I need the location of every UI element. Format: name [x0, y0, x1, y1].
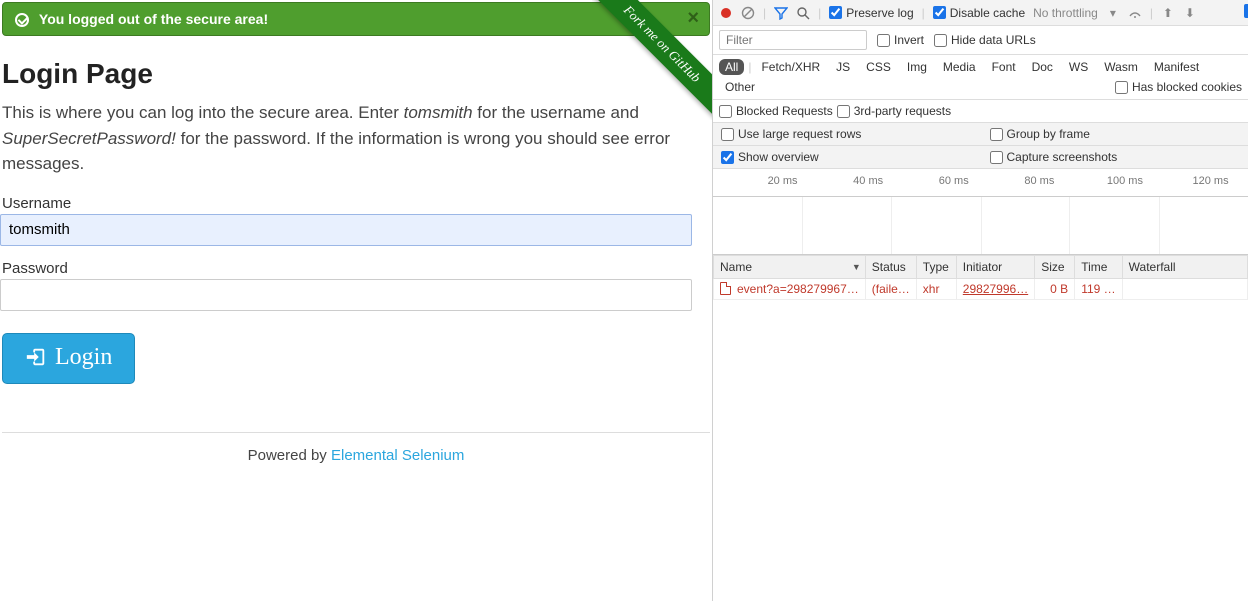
col-time[interactable]: Time — [1075, 256, 1122, 279]
type-media[interactable]: Media — [937, 59, 982, 75]
show-overview-checkbox[interactable]: Show overview — [721, 150, 972, 164]
search-icon[interactable] — [796, 6, 810, 20]
type-js[interactable]: JS — [830, 59, 856, 75]
login-button-label: Login — [55, 344, 112, 371]
type-manifest[interactable]: Manifest — [1148, 59, 1205, 75]
col-size[interactable]: Size — [1035, 256, 1075, 279]
password-input[interactable] — [0, 279, 692, 311]
network-conditions-icon[interactable] — [1128, 6, 1142, 20]
upload-icon[interactable]: ⬆ — [1161, 6, 1175, 20]
col-status[interactable]: Status — [865, 256, 916, 279]
type-font[interactable]: Font — [986, 59, 1022, 75]
github-ribbon[interactable]: Fork me on GitHub — [592, 0, 712, 120]
col-type[interactable]: Type — [916, 256, 956, 279]
type-css[interactable]: CSS — [860, 59, 897, 75]
filter-row: Invert Hide data URLs — [713, 26, 1248, 55]
capture-screenshots-checkbox[interactable]: Capture screenshots — [990, 150, 1241, 164]
group-by-frame-checkbox[interactable]: Group by frame — [990, 127, 1241, 141]
filter-input[interactable] — [719, 30, 867, 50]
divider — [2, 432, 710, 433]
devtools-toolbar: | | Preserve log | Disable cache No thro… — [713, 0, 1248, 26]
footer-link[interactable]: Elemental Selenium — [331, 447, 464, 464]
view-options-row1: Use large request rows Group by frame — [713, 123, 1248, 146]
download-icon[interactable]: ⬇ — [1183, 6, 1197, 20]
disable-cache-checkbox[interactable]: Disable cache — [933, 6, 1025, 20]
col-waterfall[interactable]: Waterfall — [1122, 256, 1247, 279]
type-fetchxhr[interactable]: Fetch/XHR — [755, 59, 826, 75]
type-ws[interactable]: WS — [1063, 59, 1094, 75]
timeline-overview[interactable] — [713, 197, 1248, 255]
filter-icon[interactable] — [774, 6, 788, 20]
view-options-row2: Show overview Capture screenshots — [713, 146, 1248, 169]
col-initiator[interactable]: Initiator — [956, 256, 1034, 279]
has-blocked-cookies-checkbox[interactable]: Has blocked cookies — [1115, 80, 1242, 94]
clear-icon[interactable] — [741, 6, 755, 20]
type-wasm[interactable]: Wasm — [1098, 59, 1144, 75]
blocked-row: Blocked Requests 3rd-party requests — [713, 100, 1248, 123]
third-party-checkbox[interactable]: 3rd-party requests — [837, 104, 951, 118]
type-all[interactable]: All — [719, 59, 744, 75]
type-other[interactable]: Other — [719, 79, 761, 95]
use-large-rows-checkbox[interactable]: Use large request rows — [721, 127, 972, 141]
blocked-requests-checkbox[interactable]: Blocked Requests — [719, 104, 833, 118]
col-name[interactable]: Name▼ — [714, 256, 866, 279]
login-button[interactable]: Login — [2, 333, 135, 384]
initiator-link[interactable]: 29827996… — [963, 282, 1028, 296]
username-input[interactable] — [0, 214, 692, 246]
check-circle-icon — [15, 13, 29, 27]
sign-in-icon — [25, 346, 47, 368]
invert-checkbox[interactable]: Invert — [877, 33, 924, 47]
record-icon[interactable] — [719, 6, 733, 20]
devtools-panel: | | Preserve log | Disable cache No thro… — [712, 0, 1248, 601]
waterfall-cell — [1122, 279, 1247, 300]
login-form: Username Password Login — [0, 195, 712, 384]
username-label: Username — [2, 195, 712, 212]
hide-data-urls-checkbox[interactable]: Hide data URLs — [934, 33, 1036, 47]
file-icon — [720, 282, 731, 295]
chevron-down-icon[interactable]: ▾ — [1106, 6, 1120, 20]
type-img[interactable]: Img — [901, 59, 933, 75]
flash-message: You logged out of the secure area! — [39, 11, 268, 27]
timeline-ruler[interactable]: 20 ms 40 ms 60 ms 80 ms 100 ms 120 ms — [713, 169, 1248, 197]
type-doc[interactable]: Doc — [1026, 59, 1059, 75]
preserve-log-checkbox[interactable]: Preserve log — [829, 6, 913, 20]
sort-desc-icon: ▼ — [852, 262, 861, 272]
type-filter-row: All | Fetch/XHR JS CSS Img Media Font Do… — [713, 55, 1248, 100]
table-row[interactable]: event?a=298279967… (faile… xhr 29827996…… — [714, 279, 1248, 300]
github-ribbon-text: Fork me on GitHub — [592, 0, 712, 120]
throttling-select[interactable]: No throttling — [1033, 6, 1098, 20]
password-label: Password — [2, 260, 712, 277]
network-table: Name▼ Status Type Initiator Size Time Wa… — [713, 255, 1248, 300]
footer: Powered by Elemental Selenium — [0, 447, 712, 464]
dock-indicator — [1244, 4, 1248, 18]
